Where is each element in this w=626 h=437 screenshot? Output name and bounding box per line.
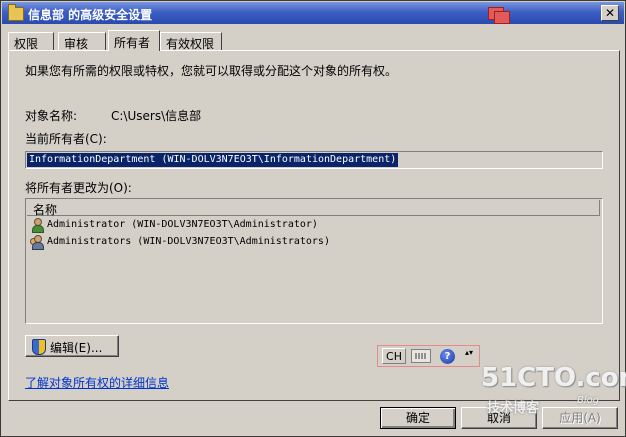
tab-label: 所有者: [114, 36, 151, 50]
watermark-blog: Blog: [577, 395, 600, 406]
tab-label: 权限: [14, 37, 39, 51]
owner-name: Administrators (WIN-DOLV3N7EO3T\Administ…: [47, 236, 330, 247]
object-name-value: C:\Users\信息部: [111, 109, 202, 123]
change-owner-label: 将所有者更改为(O):: [25, 181, 132, 195]
close-button[interactable]: ✕: [601, 5, 619, 21]
watermark-main: 51CTO.com: [481, 363, 626, 393]
current-owner-label: 当前所有者(C):: [25, 132, 107, 146]
watermark-sub: 技术博客: [487, 401, 540, 416]
current-owner-field[interactable]: InformationDepartment (WIN-DOLV3N7EO3T\I…: [25, 151, 603, 169]
user-icon: [30, 218, 44, 233]
list-header-label: 名称: [33, 203, 58, 217]
title-bar[interactable]: 信息部 的高级安全设置 ✕: [2, 2, 624, 24]
edit-button-label: 编辑(E)...: [50, 341, 103, 355]
edit-button[interactable]: 编辑(E)...: [25, 335, 119, 357]
group-icon: [30, 235, 44, 250]
tab-effective-permissions[interactable]: 有效权限: [160, 32, 222, 51]
tab-auditing[interactable]: 审核: [58, 32, 106, 51]
tab-owner[interactable]: 所有者: [108, 30, 160, 51]
window-title: 信息部 的高级安全设置: [28, 8, 153, 22]
ok-button[interactable]: 确定: [380, 407, 456, 429]
current-owner-value: InformationDepartment (WIN-DOLV3N7EO3T\I…: [27, 153, 399, 167]
owner-name: Administrator (WIN-DOLV3N7EO3T\Administr…: [47, 219, 318, 230]
keyboard-icon[interactable]: [411, 349, 431, 363]
list-header-name[interactable]: 名称: [27, 200, 600, 217]
title-logo-icon: [486, 5, 510, 24]
tab-label: 有效权限: [166, 37, 215, 51]
watermark: 51CTO.com 技术博客 Blog: [481, 363, 626, 423]
object-name-label: 对象名称:: [25, 109, 78, 123]
uac-shield-icon: [32, 339, 46, 355]
tab-label: 审核: [64, 37, 89, 51]
folder-icon: [8, 4, 24, 21]
tab-permissions[interactable]: 权限: [8, 32, 54, 51]
owner-list[interactable]: 名称 Administrator (WIN-DOLV3N7EO3T\Admini…: [25, 198, 603, 324]
learn-more-link[interactable]: 了解对象所有权的详细信息: [25, 374, 169, 391]
language-bar-options-icon[interactable]: ▴▾: [464, 349, 474, 364]
language-bar: CH ? ▴▾: [377, 345, 480, 367]
security-settings-window: 信息部 的高级安全设置 ✕ 权限 审核 所有者 有效权限 如果您有所需的权限或特…: [0, 0, 626, 437]
intro-text: 如果您有所需的权限或特权，您就可以取得或分配这个对象的所有权。: [25, 64, 398, 78]
help-icon[interactable]: ?: [440, 349, 455, 364]
input-language-button[interactable]: CH: [382, 348, 406, 364]
